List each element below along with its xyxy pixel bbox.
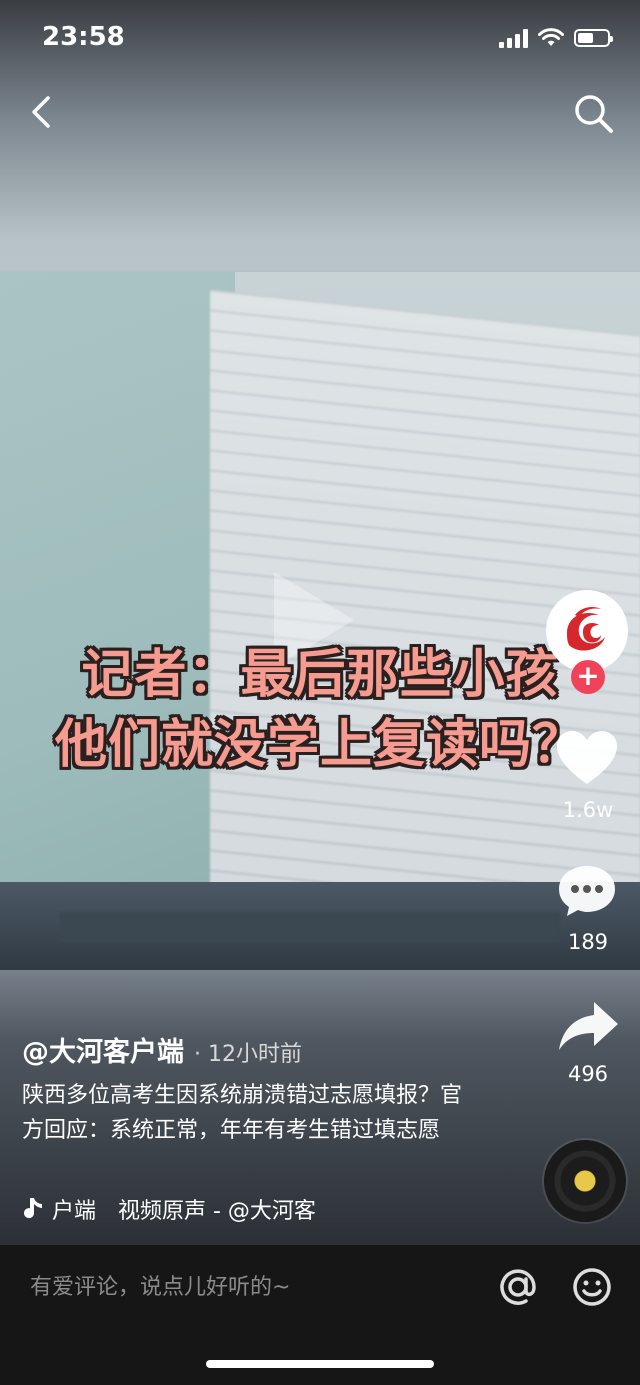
at-icon[interactable]: [496, 1265, 540, 1309]
video-caption-line1: 记者：最后那些小孩: [81, 645, 559, 705]
like-count: 1.6w: [562, 798, 614, 822]
comment-input[interactable]: 有爱评论，说点儿好听的~: [30, 1269, 290, 1301]
emoji-icon[interactable]: [570, 1265, 614, 1309]
music-note-icon: [24, 1198, 42, 1219]
status-bar: 23:58: [0, 0, 640, 80]
status-time: 23:58: [42, 22, 125, 52]
post-time: · 12小时前: [194, 1042, 302, 1067]
music-line[interactable]: 户端 视频原声 - @大河客: [22, 1193, 362, 1225]
wifi-icon: [538, 28, 564, 46]
cellular-signal-icon: [499, 28, 528, 48]
heart-icon[interactable]: [554, 728, 620, 788]
share-icon[interactable]: [556, 998, 620, 1052]
battery-icon: [574, 29, 613, 47]
comment-icon[interactable]: [556, 862, 618, 918]
comment-count: 189: [567, 930, 609, 954]
home-indicator[interactable]: [206, 1360, 434, 1368]
follow-button[interactable]: +: [571, 660, 605, 694]
music-title: 户端 视频原声 - @大河客: [52, 1199, 316, 1224]
post-description[interactable]: 陕西多位高考生因系统崩溃错过志愿填报？官方回应：系统正常，年年有考生错过填志愿: [22, 1078, 482, 1148]
status-icons: [499, 28, 613, 48]
battery-fill: [578, 33, 594, 43]
author-line: @大河客户端 · 12小时前: [22, 1030, 302, 1069]
back-icon[interactable]: [22, 90, 66, 134]
video-caption-line2: 他们就没学上复读吗？: [54, 715, 585, 775]
share-count: 496: [567, 1062, 609, 1086]
monitor-taskbar: [60, 912, 560, 942]
author-name[interactable]: @大河客户端: [22, 1030, 184, 1069]
music-disc-icon[interactable]: [544, 1140, 626, 1222]
brand-logo-icon: [567, 607, 605, 651]
search-icon[interactable]: [570, 90, 616, 136]
monitor-screen-left: [0, 272, 235, 970]
